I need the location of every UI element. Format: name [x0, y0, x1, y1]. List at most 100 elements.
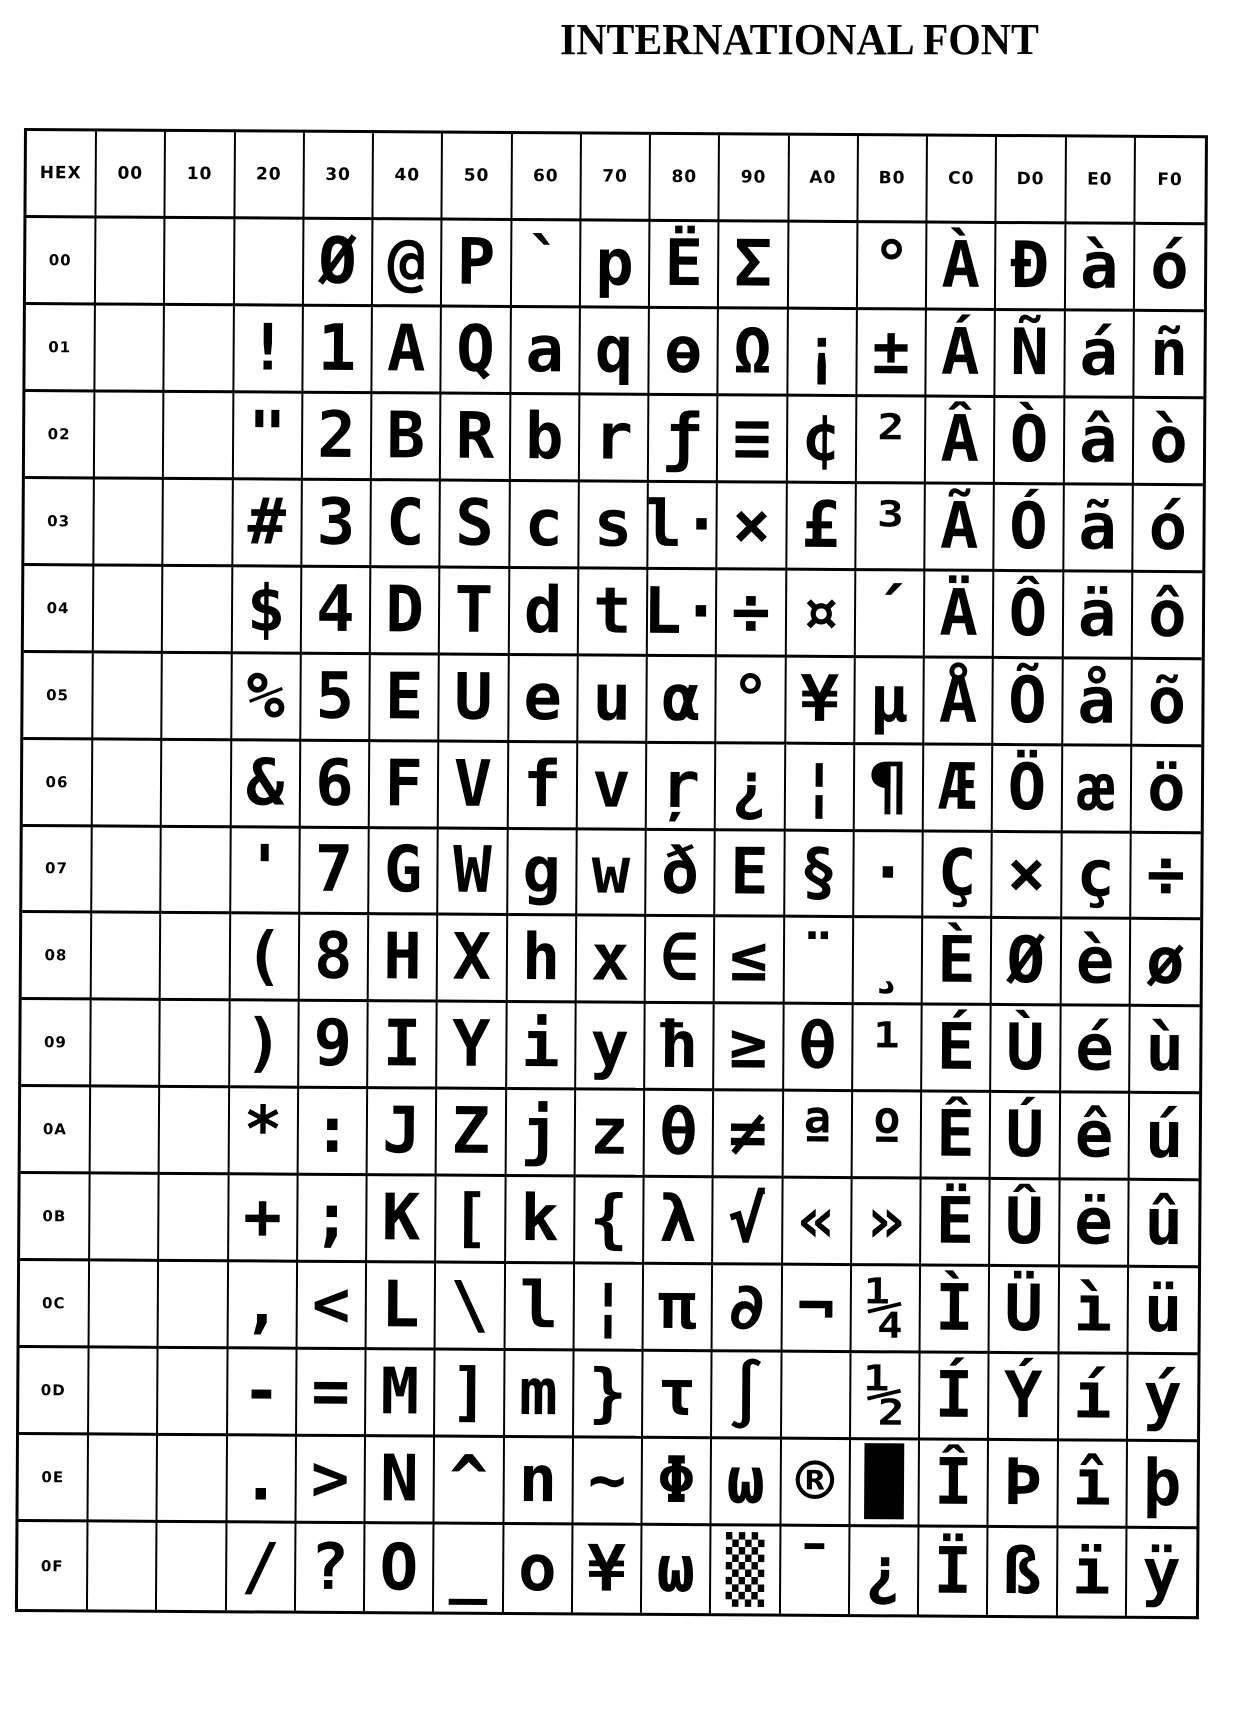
empty-cell — [164, 392, 234, 481]
row-header: 0D — [19, 1348, 90, 1436]
glyph-cell: Ù — [991, 1006, 1062, 1094]
glyph-cell: Ø — [303, 219, 374, 308]
glyph-cell: M — [366, 1350, 436, 1438]
glyph-cell: ½ — [850, 1353, 921, 1441]
glyph-cell: Ü — [989, 1267, 1060, 1355]
glyph-cell: Ñ — [995, 310, 1066, 399]
glyph-cell: õ — [1131, 659, 1202, 747]
glyph-cell: Ç — [923, 832, 993, 920]
glyph-cell: B — [371, 393, 442, 482]
empty-cell — [95, 218, 166, 306]
glyph-cell: & — [231, 740, 302, 829]
glyph-cell: l — [505, 1264, 575, 1352]
column-header: 50 — [442, 133, 513, 221]
column-header: E0 — [1065, 137, 1136, 225]
glyph-cell: R — [441, 394, 511, 482]
glyph-cell: ¬ — [782, 1265, 852, 1354]
glyph-cell: Ð — [996, 223, 1066, 312]
glyph-cell: @ — [372, 220, 443, 308]
row-header: 06 — [22, 739, 94, 827]
glyph-cell: ¹ — [852, 1005, 923, 1093]
glyph-cell: ! — [233, 306, 304, 394]
column-header: 40 — [373, 133, 444, 221]
glyph-cell: / — [226, 1523, 297, 1611]
glyph-cell: ∂ — [712, 1265, 783, 1353]
glyph-cell: î — [1057, 1441, 1128, 1529]
empty-cell — [93, 653, 164, 741]
glyph-cell: â — [1064, 398, 1135, 486]
empty-cell — [87, 1522, 158, 1610]
glyph-cell: q — [580, 308, 650, 396]
glyph-cell: < — [297, 1262, 368, 1351]
glyph-cell: ' — [230, 827, 301, 916]
glyph-cell: L· — [647, 569, 718, 657]
glyph-cell: þ — [1127, 1441, 1197, 1530]
glyph-cell: m — [504, 1351, 575, 1439]
glyph-cell: ç — [1061, 832, 1132, 921]
column-header: C0 — [927, 136, 998, 224]
glyph-cell: è — [1061, 919, 1131, 1008]
empty-cell — [95, 305, 166, 393]
glyph-cell: n — [503, 1438, 574, 1526]
glyph-cell: W — [438, 829, 509, 917]
empty-cell — [89, 1348, 159, 1436]
empty-cell — [94, 479, 165, 567]
empty-cell — [158, 1262, 229, 1350]
glyph-cell: ó — [1134, 224, 1205, 313]
glyph-cell: _ — [434, 1524, 504, 1612]
glyph-cell: Φ — [642, 1438, 713, 1527]
glyph-cell: 7 — [299, 828, 370, 916]
column-header: 90 — [719, 135, 790, 223]
glyph-cell: Á — [926, 310, 997, 398]
glyph-cell: { — [574, 1177, 645, 1266]
glyph-cell: } — [573, 1351, 644, 1439]
glyph-cell: ; — [297, 1175, 368, 1264]
glyph-cell: g — [507, 829, 578, 917]
glyph-cell: Ò — [995, 397, 1065, 486]
empty-cell — [165, 218, 235, 307]
glyph-cell: ñ — [1134, 311, 1204, 400]
glyph-cell: o — [503, 1525, 574, 1613]
glyph-cell: ≥ — [714, 1004, 785, 1093]
empty-cell — [157, 1522, 227, 1611]
glyph-cell: ¿ — [849, 1527, 920, 1615]
glyph-cell: █ — [850, 1440, 920, 1528]
empty-cell — [92, 826, 162, 915]
empty-cell — [91, 1000, 161, 1089]
glyph-cell: å — [1062, 658, 1133, 747]
glyph-cell: S — [440, 481, 511, 569]
glyph-cell: ` — [511, 220, 582, 309]
glyph-cell: H — [368, 915, 439, 1003]
glyph-cell: θ — [644, 1091, 715, 1179]
glyph-cell: ∫ — [712, 1352, 783, 1440]
row-header: 07 — [22, 826, 93, 914]
glyph-cell: ( — [230, 914, 300, 1003]
glyph-cell: ¦ — [785, 744, 855, 832]
glyph-cell: θ — [783, 1005, 854, 1093]
glyph-cell: É — [922, 1005, 992, 1094]
glyph-cell: ¥ — [572, 1525, 643, 1613]
column-header: A0 — [788, 135, 859, 224]
glyph-cell: ÿ — [1142, 1535, 1182, 1610]
glyph-cell: ú — [1129, 1094, 1200, 1182]
column-header: B0 — [858, 136, 928, 224]
glyph-cell: u — [578, 656, 648, 744]
glyph-cell: ð — [646, 830, 716, 918]
glyph-cell: 4 — [301, 567, 372, 655]
glyph-cell: ª — [783, 1092, 853, 1180]
glyph-cell: « — [782, 1178, 853, 1267]
glyph-cell: , — [228, 1262, 298, 1350]
empty-cell — [164, 305, 235, 394]
row-header: 0A — [20, 1087, 92, 1175]
column-header: 00 — [96, 131, 167, 219]
glyph-cell: ÷ — [717, 569, 787, 658]
glyph-cell: Ä — [924, 571, 995, 659]
glyph-cell: Ë — [921, 1179, 991, 1268]
glyph-cell: z — [575, 1090, 646, 1179]
glyph-cell: à — [1065, 224, 1136, 312]
glyph-cell: ý — [1127, 1354, 1198, 1443]
glyph-cell: ƒ — [648, 395, 719, 483]
glyph-cell: ã — [1063, 485, 1134, 573]
glyph-cell: ü — [1128, 1268, 1199, 1356]
row-header: 02 — [24, 391, 96, 480]
